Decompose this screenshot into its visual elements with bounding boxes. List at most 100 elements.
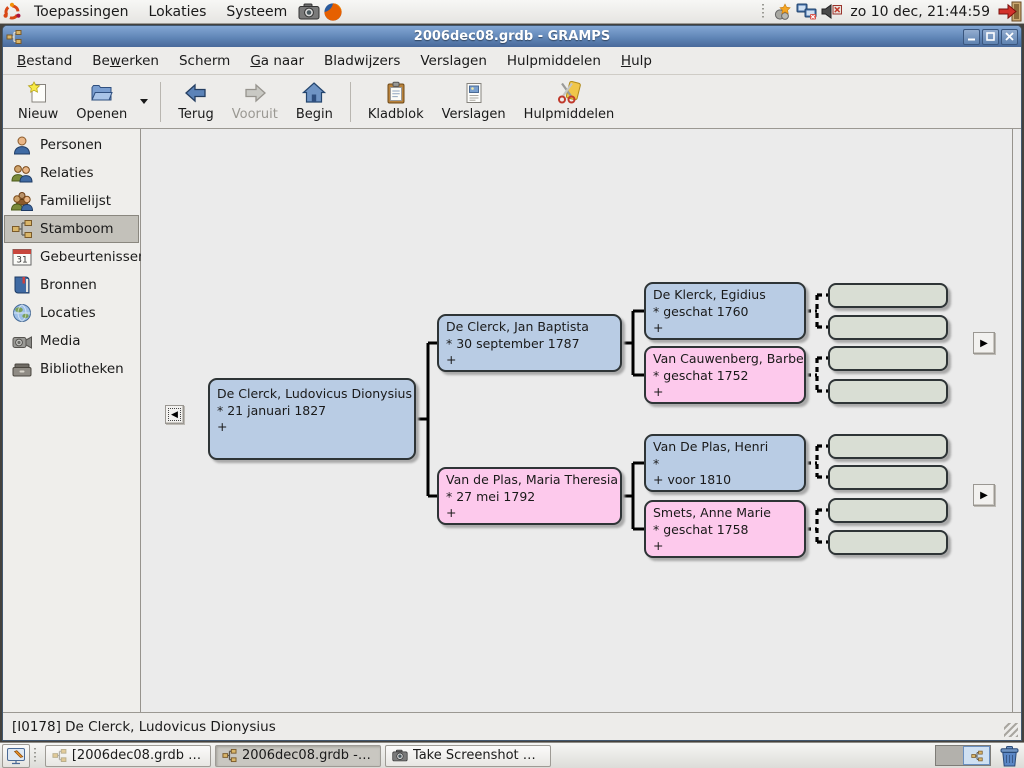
menu-ga-naar[interactable]: Ga naar: [240, 49, 314, 73]
menu-bewerken[interactable]: Bewerken: [82, 49, 169, 73]
close-button[interactable]: [1001, 29, 1018, 45]
scratchpad-button[interactable]: Kladblok: [359, 78, 433, 126]
panel-clock[interactable]: zo 10 dec, 21:44:59: [846, 4, 994, 20]
menu-verslagen[interactable]: Verslagen: [410, 49, 497, 73]
person-death: + voor 1810: [653, 472, 797, 489]
back-button[interactable]: Terug: [169, 78, 223, 126]
home-button[interactable]: Begin: [287, 78, 342, 126]
sidebar-item-bronnen[interactable]: Bronnen: [4, 271, 139, 299]
distro-logo-icon[interactable]: [0, 0, 24, 24]
camera-icon: [392, 749, 408, 762]
person-death: +: [446, 352, 613, 369]
gnome-top-panel: Toepassingen Lokaties Systeem: [0, 0, 1024, 24]
workspace-switcher[interactable]: [935, 745, 991, 766]
person-icon: [11, 134, 33, 156]
person-birth: * geschat 1758: [653, 522, 797, 539]
trash-icon[interactable]: [997, 744, 1021, 768]
reports-button[interactable]: Verslagen: [433, 78, 515, 126]
ancestor-placeholder-box[interactable]: [828, 498, 948, 523]
tools-button[interactable]: Hulpmiddelen: [515, 78, 624, 126]
ancestor-placeholder-box[interactable]: [828, 283, 948, 308]
book-icon: [11, 274, 33, 296]
taskbar-item-gramps-active[interactable]: 2006dec08.grdb - ...: [215, 745, 381, 767]
home-icon: [302, 81, 326, 105]
ancestor-placeholder-box[interactable]: [828, 434, 948, 459]
sidebar-item-stamboom[interactable]: Stamboom: [4, 215, 139, 243]
sidebar-item-familielijst[interactable]: Familielijst: [4, 187, 139, 215]
forward-button[interactable]: Vooruit: [223, 78, 287, 126]
person-death: +: [217, 419, 407, 436]
sidebar-item-relaties[interactable]: Relaties: [4, 159, 139, 187]
sidebar-item-media[interactable]: Media: [4, 327, 139, 355]
toolbar-separator: [350, 82, 351, 122]
menu-systeem[interactable]: Systeem: [216, 0, 297, 24]
window-titlebar[interactable]: 2006dec08.grdb - GRAMPS: [3, 26, 1021, 47]
scissors-tools-icon: [557, 81, 581, 105]
new-button[interactable]: Nieuw: [9, 78, 67, 126]
minimize-button[interactable]: [963, 29, 980, 45]
media-camera-icon: [11, 330, 33, 352]
taskbar-item-gramps-minimized[interactable]: [2006dec08.grdb -...: [45, 745, 211, 767]
pedigree-canvas[interactable]: ◀ De Clerck, Ludovicus Dionysius * 21 ja…: [141, 129, 1012, 712]
window-title: 2006dec08.grdb - GRAMPS: [3, 29, 1021, 44]
workspace-1[interactable]: [936, 746, 963, 765]
workspace-2-active[interactable]: [963, 746, 990, 765]
person-death: +: [653, 538, 797, 555]
logout-icon[interactable]: [998, 1, 1022, 22]
svg-text:31: 31: [16, 256, 27, 266]
ancestor-placeholder-box[interactable]: [828, 346, 948, 371]
person-box-root[interactable]: De Clerck, Ludovicus Dionysius * 21 janu…: [208, 378, 416, 460]
maximize-button[interactable]: [982, 29, 999, 45]
pedigree-nav-right-top-button[interactable]: ▶: [973, 332, 995, 354]
menu-bestand[interactable]: Bestand: [7, 49, 82, 73]
taskbar-item-screenshot[interactable]: Take Screenshot w...: [385, 745, 551, 767]
person-name: De Klerck, Egidius: [653, 287, 797, 304]
person-birth: * 30 september 1787: [446, 336, 613, 353]
sidebar-item-locaties[interactable]: Locaties: [4, 299, 139, 327]
ancestor-placeholder-box[interactable]: [828, 315, 948, 340]
resize-grip[interactable]: [1004, 723, 1018, 737]
ancestor-placeholder-box[interactable]: [828, 379, 948, 404]
person-box-paternal-grandfather[interactable]: De Klerck, Egidius * geschat 1760 +: [644, 282, 806, 340]
sidebar-item-bibliotheken[interactable]: Bibliotheken: [4, 355, 139, 383]
menu-hulpmiddelen[interactable]: Hulpmiddelen: [497, 49, 611, 73]
person-birth: * 27 mei 1792: [446, 489, 613, 506]
menu-hulp[interactable]: Hulp: [611, 49, 662, 73]
pedigree-icon: [11, 218, 33, 240]
person-death: +: [446, 505, 613, 522]
pedigree-nav-left-button[interactable]: ◀: [165, 405, 184, 424]
taskbar-handle[interactable]: [34, 748, 39, 764]
ancestor-placeholder-box[interactable]: [828, 530, 948, 555]
show-desktop-icon: [6, 746, 26, 766]
menu-toepassingen[interactable]: Toepassingen: [24, 0, 139, 24]
panel-notification-area: zo 10 dec, 21:44:59: [760, 0, 1024, 24]
panel-handle[interactable]: [762, 4, 767, 20]
panel-menus: Toepassingen Lokaties Systeem: [24, 0, 297, 24]
volume-muted-icon[interactable]: [821, 4, 842, 19]
menu-bladwijzers[interactable]: Bladwijzers: [314, 49, 410, 73]
open-button[interactable]: Openen: [67, 78, 136, 126]
person-name: Van De Plas, Henri: [653, 439, 797, 456]
menu-scherm[interactable]: Scherm: [169, 49, 240, 73]
person-box-paternal-grandmother[interactable]: Van Cauwenberg, Barbe * geschat 1752 +: [644, 346, 806, 404]
sidebar-item-personen[interactable]: Personen: [4, 131, 139, 159]
pedigree-nav-right-bottom-button[interactable]: ▶: [973, 484, 995, 506]
menu-lokaties[interactable]: Lokaties: [139, 0, 217, 24]
desktop: Toepassingen Lokaties Systeem: [0, 0, 1024, 768]
gramps-icon: [971, 750, 983, 762]
ancestor-placeholder-box[interactable]: [828, 465, 948, 490]
updates-icon[interactable]: [773, 3, 792, 21]
person-death: +: [653, 320, 797, 337]
firefox-launcher-icon[interactable]: [321, 0, 345, 24]
screenshot-launcher-icon[interactable]: [297, 0, 321, 24]
network-status-icon[interactable]: [796, 3, 817, 20]
person-box-maternal-grandmother[interactable]: Smets, Anne Marie * geschat 1758 +: [644, 500, 806, 558]
show-desktop-button[interactable]: [2, 744, 30, 768]
person-box-mother[interactable]: Van de Plas, Maria Theresia * 27 mei 179…: [437, 467, 622, 525]
view-sidebar: Personen Relaties: [3, 129, 141, 712]
forward-arrow-icon: [243, 81, 267, 105]
open-dropdown-button[interactable]: [136, 78, 152, 126]
person-box-father[interactable]: De Clerck, Jan Baptista * 30 september 1…: [437, 314, 622, 372]
sidebar-item-gebeurtenissen[interactable]: 31 Gebeurtenissen: [4, 243, 139, 271]
person-box-maternal-grandfather[interactable]: Van De Plas, Henri * + voor 1810: [644, 434, 806, 492]
